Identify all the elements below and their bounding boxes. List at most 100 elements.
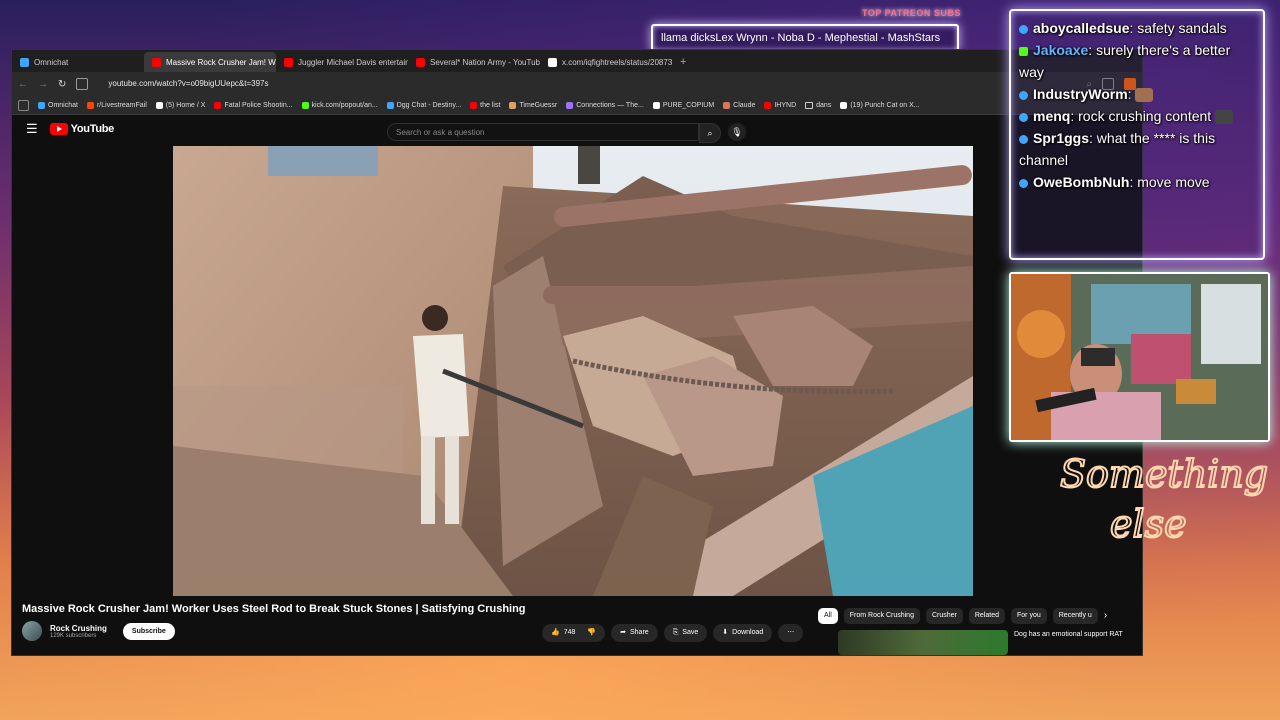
kick-icon [301, 101, 309, 109]
bookmarks-bar: Omnichat r/LivestreamFail (5) Home / X F… [12, 96, 1142, 115]
emote-icon [1215, 110, 1234, 125]
back-icon[interactable]: ← [18, 79, 28, 90]
download-icon: ⬇ [722, 629, 729, 636]
share-button[interactable]: ➦ Share [611, 624, 658, 642]
x-icon [548, 57, 557, 67]
tab-x-status[interactable]: x.com/iqfightreels/status/20873178… [540, 52, 672, 72]
download-button[interactable]: ⬇ Download [713, 624, 773, 642]
chip-recently[interactable]: Recently u [1052, 608, 1098, 624]
chat-message: Spr1ggs: what the **** is this channel [1019, 130, 1216, 168]
reload-icon[interactable]: ↻ [58, 79, 66, 90]
youtube-badge-icon [1019, 112, 1028, 122]
bookmark-icon [470, 101, 478, 109]
youtube-logo[interactable]: YouTube [49, 123, 114, 135]
emote-icon [1135, 88, 1154, 103]
x-icon [155, 101, 163, 109]
patreon-ticker: llama dicksLex Wrynn - Noba D - Mephesti… [651, 24, 959, 52]
omnichat-icon [20, 57, 29, 67]
address-bar-row: ← → ↻ youtube.com/watch?v=o09bigUUepc&t=… [12, 72, 1142, 96]
video-frame [173, 146, 973, 596]
subscribe-button[interactable]: Subscribe [122, 622, 175, 640]
bookmark-folder[interactable]: dans [805, 101, 831, 109]
bookmark-item[interactable]: Omnichat [38, 101, 78, 109]
something-else-neon-sign: Something else [1059, 451, 1269, 547]
video-player[interactable] [173, 146, 973, 596]
tab-omnichat[interactable]: Omnichat [12, 52, 144, 72]
tab-juggler[interactable]: Juggler Michael Davis entertains the [276, 52, 408, 72]
tab-rock-crusher[interactable]: Massive Rock Crusher Jam! W✕ [144, 52, 276, 72]
channel-name[interactable]: Rock Crushing [50, 624, 107, 633]
bookmark-item[interactable]: r/LivestreamFail [86, 101, 147, 109]
save-icon: ⎘ [672, 629, 679, 636]
bookmark-item[interactable]: the list [470, 101, 500, 109]
thumbs-down-icon[interactable]: 👎 [587, 624, 596, 642]
x-icon [840, 101, 848, 109]
youtube-icon [214, 101, 222, 109]
youtube-icon [416, 57, 425, 67]
forward-icon[interactable]: → [38, 79, 48, 90]
rec-thumbnail[interactable] [838, 630, 1008, 655]
youtube-play-icon [49, 123, 68, 135]
search-input[interactable]: Search or ask a question [387, 123, 699, 141]
video-actions: 👍 748 👎 ➦ Share ⎘ Save ⬇ Download ⋯ [542, 624, 804, 642]
bookmark-item[interactable]: Claude [723, 101, 755, 109]
chat-message: OweBombNuh: move move [1019, 171, 1255, 193]
youtube-badge-icon [1019, 24, 1028, 34]
menu-icon[interactable]: ☰ [26, 121, 38, 137]
channel-avatar[interactable] [22, 621, 42, 641]
url-field[interactable]: youtube.com/watch?v=o09bigUUepc&t=397s [98, 76, 1076, 92]
tab-bar: Omnichat Massive Rock Crusher Jam! W✕ Ju… [12, 50, 1142, 72]
bookmark-item[interactable]: IHYND [764, 101, 796, 109]
bookmark-icon [386, 101, 394, 109]
new-tab-button[interactable]: + [672, 52, 694, 72]
more-actions-button[interactable]: ⋯ [778, 624, 804, 642]
bookmark-icon [509, 101, 517, 109]
chip-related[interactable]: Related [968, 608, 1006, 624]
share-icon: ➦ [620, 629, 626, 636]
subscriber-count: 129K subscribers [50, 632, 97, 639]
chip-for-you[interactable]: For you [1011, 608, 1047, 624]
video-title: Massive Rock Crusher Jam! Worker Uses St… [22, 603, 526, 615]
tab-seven-nation[interactable]: Several* Nation Army - YouTube [408, 52, 540, 72]
bookmark-item[interactable]: Dgg Chat - Destiny... [386, 101, 461, 109]
chip-all[interactable]: All [818, 608, 838, 624]
kick-badge-icon [1019, 46, 1028, 56]
youtube-icon [152, 57, 161, 67]
bookmark-item[interactable]: kick.com/popout/an... [301, 101, 378, 109]
bookmark-icon[interactable] [76, 78, 89, 90]
chip-crusher[interactable]: Crusher [925, 608, 963, 624]
chat-message: aboycalledsue: safety sandals [1019, 17, 1255, 39]
recommended-video[interactable]: Dog has an emotional support RAT [838, 630, 1124, 655]
bookmark-item[interactable]: Fatal Police Shootin... [214, 101, 293, 109]
bookmark-item[interactable]: (19) Punch Cat on X... [840, 101, 920, 109]
x-icon [652, 101, 660, 109]
claude-icon [723, 101, 731, 109]
youtube-badge-icon [1019, 134, 1028, 144]
youtube-icon [764, 101, 772, 109]
apps-icon[interactable] [18, 99, 29, 111]
youtube-icon [284, 57, 293, 67]
channel-info: Rock Crushing 129K subscribers Subscribe [22, 621, 175, 641]
search-icon[interactable]: ⌕ [699, 123, 721, 143]
mic-icon[interactable]: 🎙 [728, 123, 746, 141]
youtube-badge-icon [1019, 178, 1028, 188]
thumbs-up-icon: 👍 [551, 629, 560, 636]
bookmark-icon [38, 101, 45, 109]
webcam-overlay [1009, 272, 1270, 442]
like-button[interactable]: 👍 748 👎 [542, 624, 606, 642]
bookmark-item[interactable]: (5) Home / X [155, 101, 205, 109]
rec-title[interactable]: Dog has an emotional support RAT [1014, 630, 1124, 655]
patreon-label: TOP PATREON SUBS [862, 8, 961, 18]
webcam-frame [1011, 274, 1268, 440]
chevron-right-icon[interactable]: › [1104, 608, 1107, 624]
signature-line-2: else [1110, 502, 1187, 546]
bookmark-item[interactable]: PURE_COPIUM [652, 101, 714, 109]
bookmark-item[interactable]: TimeGuessr [509, 101, 557, 109]
chip-from-channel[interactable]: From Rock Crushing [843, 608, 920, 624]
chat-message: IndustryWorm: [1019, 83, 1255, 105]
more-icon: ⋯ [787, 629, 795, 636]
youtube-badge-icon [1019, 90, 1028, 100]
save-button[interactable]: ⎘ Save [663, 624, 708, 642]
chat-message: Jakoaxe: surely there's a better way [1019, 42, 1231, 80]
bookmark-item[interactable]: Connections — The... [566, 101, 644, 109]
